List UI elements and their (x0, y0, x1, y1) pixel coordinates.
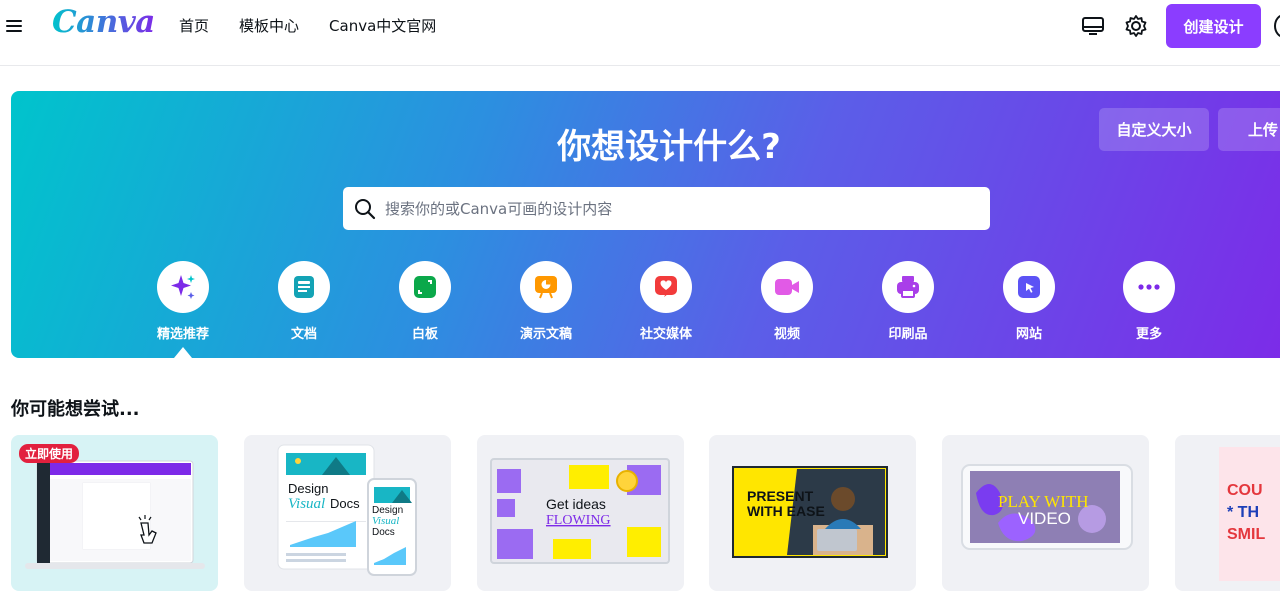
presentation-line1: PRESENT (747, 488, 814, 504)
presentation-icon (520, 261, 572, 313)
poster-text1: COU (1227, 482, 1263, 499)
suggestion-card-video[interactable]: PLAY WITH VIDEO (942, 435, 1149, 591)
docs-illustration: Design Visual Docs Design Visual Docs (277, 444, 417, 576)
category-docs[interactable]: 文档 (264, 261, 344, 342)
video-icon (761, 261, 813, 313)
poster-text3: SMIL (1227, 526, 1265, 543)
doc-title-line3: Docs (330, 496, 360, 511)
doc-title-line1: Design (288, 481, 328, 496)
category-whiteboard[interactable]: 白板 (385, 261, 465, 342)
upload-button[interactable]: 上传 (1218, 108, 1280, 151)
category-label: 社交媒体 (639, 327, 692, 342)
hero-title: 你想设计什么? (557, 127, 781, 167)
category-video[interactable]: 视频 (747, 261, 827, 342)
category-label: 更多 (1135, 327, 1162, 342)
category-print[interactable]: 印刷品 (868, 261, 948, 342)
top-nav: 首页 模板中心 Canva中文官网 (179, 16, 466, 36)
printer-icon (882, 261, 934, 313)
suggestion-card-presentation[interactable]: PRESENT WITH EASE (709, 435, 916, 591)
category-label: 文档 (290, 327, 317, 342)
video-line2: VIDEO (1018, 509, 1071, 528)
category-label: 演示文稿 (519, 327, 572, 342)
category-label: 网站 (1015, 327, 1042, 342)
hero-banner: 你想设计什么? 自定义大小 上传 搜索你的或Canva可画的设计内容 精选推荐 … (11, 91, 1280, 358)
more-icon (1123, 261, 1175, 313)
nav-templates[interactable]: 模板中心 (239, 16, 299, 36)
category-social-media[interactable]: 社交媒体 (626, 261, 706, 342)
canva-logo[interactable]: Canva (52, 4, 155, 40)
suggestions-title: 你可能想尝试... (11, 399, 140, 420)
menu-icon[interactable] (6, 17, 26, 35)
top-header: Canva 首页 模板中心 Canva中文官网 创建设计 (0, 0, 1280, 66)
start-now-badge: 立即使用 (19, 444, 80, 463)
nav-official-site[interactable]: Canva中文官网 (329, 16, 436, 36)
category-label: 视频 (773, 327, 800, 342)
custom-size-button[interactable]: 自定义大小 (1099, 108, 1209, 151)
heart-icon (640, 261, 692, 313)
poster-text2: * TH (1227, 504, 1259, 521)
category-presentation[interactable]: 演示文稿 (506, 261, 586, 342)
category-label: 印刷品 (888, 327, 928, 342)
search-input[interactable]: 搜索你的或Canva可画的设计内容 (343, 187, 990, 230)
suggestion-card-docs[interactable]: Design Visual Docs Design Visual Docs (244, 435, 451, 591)
category-more[interactable]: 更多 (1109, 261, 1189, 342)
desktop-app-icon[interactable] (1080, 13, 1106, 39)
sparkle-icon (157, 261, 209, 313)
create-design-button[interactable]: 创建设计 (1166, 4, 1261, 48)
presentation-line2: WITH EASE (747, 503, 825, 519)
whiteboard-icon (399, 261, 451, 313)
selected-category-indicator (174, 347, 192, 358)
video-illustration: PLAY WITH VIDEO (961, 464, 1133, 550)
search-icon (355, 198, 376, 219)
suggestion-card-whiteboard[interactable]: Get ideas FLOWING (477, 435, 684, 591)
gear-icon[interactable] (1123, 13, 1149, 39)
document-icon (278, 261, 330, 313)
suggestion-card-start-now[interactable]: 立即使用 (11, 435, 218, 591)
website-cursor-icon (1003, 261, 1055, 313)
category-label: 白板 (411, 327, 438, 342)
category-label: 精选推荐 (156, 327, 209, 342)
doc-mobile-line2: Visual (372, 515, 399, 527)
presentation-illustration: PRESENT WITH EASE (732, 466, 888, 558)
category-featured[interactable]: 精选推荐 (143, 261, 223, 342)
doc-title-line2: Visual (288, 496, 325, 512)
suggestion-card-poster[interactable]: COU * TH SMIL (1175, 435, 1280, 591)
whiteboard-line2: FLOWING (546, 513, 611, 528)
nav-home[interactable]: 首页 (179, 16, 209, 36)
whiteboard-line1: Get ideas (546, 496, 606, 512)
doc-mobile-line3: Docs (372, 527, 395, 538)
whiteboard-illustration: Get ideas FLOWING (490, 458, 670, 564)
poster-illustration: COU * TH SMIL (1219, 447, 1280, 581)
search-placeholder: 搜索你的或Canva可画的设计内容 (385, 200, 613, 218)
category-website[interactable]: 网站 (989, 261, 1069, 342)
avatar[interactable] (1274, 14, 1280, 38)
